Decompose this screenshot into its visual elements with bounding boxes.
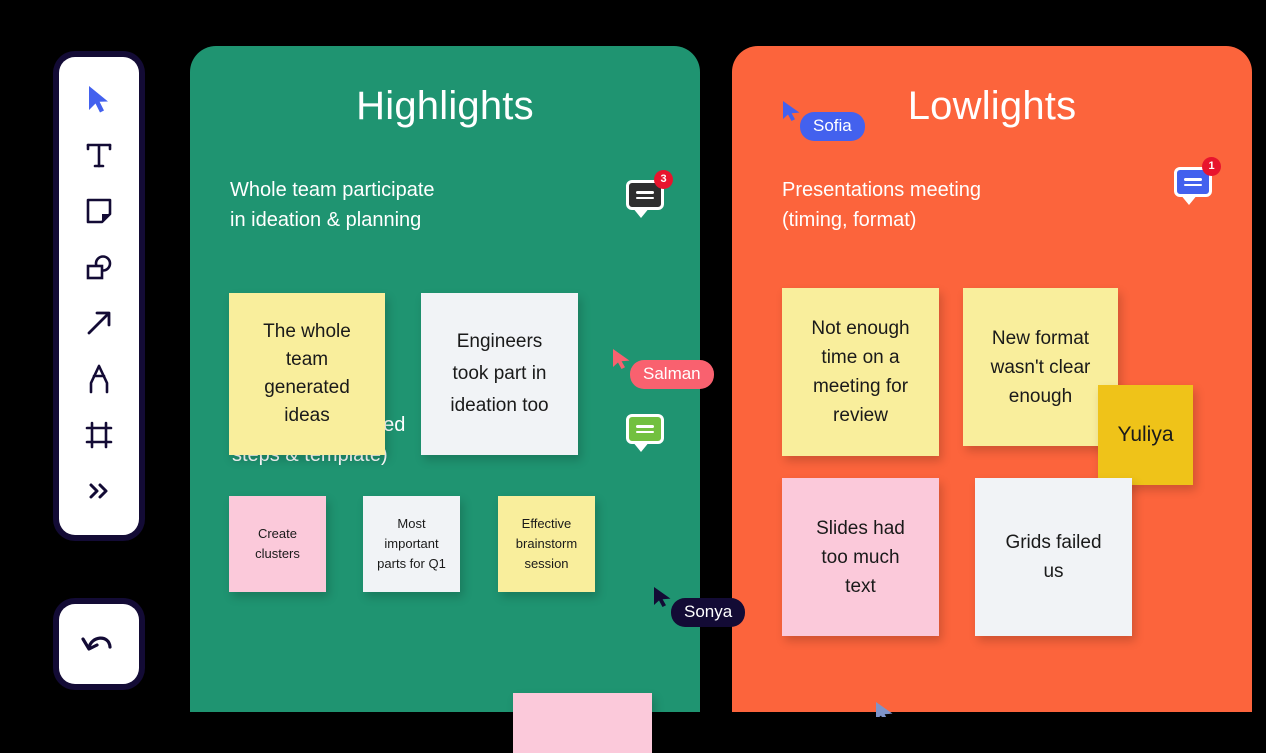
cursor-arrow-icon-partial [874,701,896,717]
tool-shapes[interactable] [71,239,127,295]
sticky-note[interactable]: The whole team generated ideas [229,293,385,455]
sticky-note-text: New format wasn't clear enough [990,327,1091,407]
collaborator-cursor: Salman [612,348,714,389]
cursor-arrow-icon [89,86,108,113]
tool-arrow[interactable] [71,295,127,351]
sticky-note-text: Not enough time on a meeting for review [811,318,910,426]
section-highlights-participation: Whole team participate in ideation & pla… [230,170,673,235]
sticky-note-text: The whole team generated ideas [263,321,351,426]
tool-more[interactable] [71,463,127,519]
cursor-arrow-icon [783,101,800,121]
sticky-note-icon [86,198,112,224]
board-highlights-title: Highlights [356,84,534,128]
sticky-note-text: Most important parts for Q1 [377,516,446,571]
sticky-note[interactable]: Engineers took part in ideation too [421,293,578,455]
pen-nib-icon [89,364,109,394]
cursor-arrow-icon [654,587,671,607]
text-icon [86,143,112,168]
arrow-up-right-icon [87,311,111,335]
cursor-name-label: Sofia [800,112,865,141]
sticky-note[interactable]: Not enough time on a meeting for review [782,288,939,456]
sticky-note-text: Engineers took part in ideation too [450,331,549,416]
frame-icon [85,421,113,449]
sticky-note[interactable]: Effective brainstorm session [498,496,595,592]
section-label: Presentations meeting (timing, format) [782,179,982,231]
sticky-note-text: Create clusters [255,526,300,561]
sticky-note[interactable]: Create clusters [229,496,326,592]
sticky-note[interactable]: New format wasn't clear enough [963,288,1118,446]
comment-icon-participation[interactable]: 3 [626,170,673,218]
comment-badge-count: 1 [1202,157,1221,176]
sticky-note[interactable]: Yuliya [1098,385,1193,485]
comment-badge-count: 3 [654,170,673,189]
section-lowlights-presentations: Presentations meeting (timing, format) 1 [782,157,1221,235]
tool-sticky-note[interactable] [71,183,127,239]
sticky-note-text: Grids failed us [1005,532,1102,582]
sticky-note[interactable] [513,693,652,753]
cursor-name-label: Salman [630,360,714,389]
sticky-note[interactable]: Grids failed us [975,478,1132,636]
whiteboard-canvas[interactable]: Highlights Whole team participate in ide… [0,0,1266,753]
shapes-icon [86,255,112,280]
sticky-note-text: Slides had too much text [816,517,905,597]
comment-icon-process[interactable] [626,414,664,452]
toolbar-container [59,57,139,535]
editor-toolbar[interactable] [59,57,139,535]
sticky-note-text: Yuliya [1117,423,1174,446]
sticky-note[interactable]: Most important parts for Q1 [363,496,460,592]
cursor-arrow-icon [613,349,630,369]
tool-text[interactable] [71,127,127,183]
collaborator-cursor: Sonya [653,586,746,627]
sticky-note-text: Effective brainstorm session [515,516,578,571]
undo-arrow-icon [81,636,112,651]
chevron-double-right-icon [89,483,108,499]
tool-pen[interactable] [71,351,127,407]
section-label: Whole team participate in ideation & pla… [230,179,435,231]
sticky-note[interactable]: Slides had too much text [782,478,939,636]
collaborator-cursor: Sofia [782,100,865,141]
tool-frame[interactable] [71,407,127,463]
comment-icon-presentations[interactable]: 1 [1174,157,1221,205]
tool-select[interactable] [71,71,127,127]
undo-button[interactable] [59,604,139,684]
cursor-name-label: Sonya [671,598,746,627]
undo-container [59,604,139,684]
